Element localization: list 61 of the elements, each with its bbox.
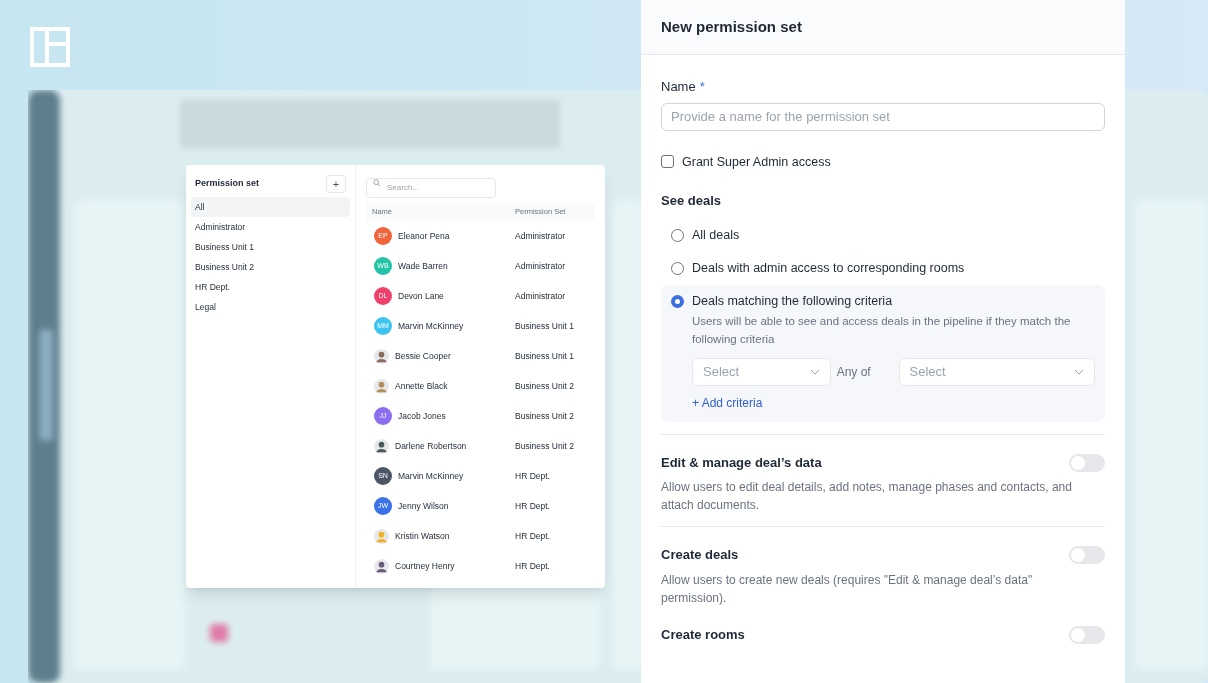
user-name: Courtney Henry [395, 559, 455, 573]
permission-set-cell: Business Unit 2 [515, 409, 575, 423]
user-name: Jenny Wilson [398, 499, 449, 513]
radio-label: All deals [692, 226, 740, 244]
user-name: Wade Barren [398, 259, 448, 273]
search-field[interactable]: Search... [366, 177, 496, 198]
user-name: Annette Black [395, 379, 448, 393]
logo-icon [30, 27, 70, 67]
search-icon [373, 179, 381, 187]
user-name: Devon Lane [398, 289, 444, 303]
permission-set-cell: Business Unit 2 [515, 379, 575, 393]
panel-heading: Permission set [195, 177, 260, 191]
add-button[interactable]: + [326, 175, 346, 193]
permission-set-cell: HR Dept. [515, 499, 550, 513]
panel-title: New permission set [661, 16, 802, 37]
permission-set-cell: Business Unit 2 [515, 439, 575, 453]
permission-title: Create deals [661, 546, 739, 565]
add-criteria-link[interactable]: + Add criteria [692, 393, 1095, 412]
user-name: Jacob Jones [398, 409, 446, 423]
radio-button[interactable] [671, 228, 684, 242]
permission-set-cell: Administrator [515, 289, 566, 303]
section-title: See deals [661, 192, 722, 211]
permission-set-item[interactable]: Business Unit 1 [191, 237, 350, 257]
permission-set-item[interactable]: HR Dept. [191, 277, 350, 297]
permission-set-cell: Administrator [515, 229, 566, 243]
toggle-switch[interactable] [1069, 546, 1105, 564]
operator-label: Any of [836, 363, 872, 381]
permission-title: Edit & manage deal’s data [661, 453, 822, 472]
permission-set-item[interactable]: Business Unit 2 [191, 257, 350, 277]
radio-label: Deals with admin access to corresponding rooms [692, 259, 965, 277]
user-name: Bessie Cooper [395, 349, 451, 363]
radio-label: Deals matching the following criteria [692, 292, 893, 310]
checkbox[interactable] [661, 155, 674, 169]
radio-button[interactable] [671, 261, 684, 275]
permission-set-cell: HR Dept. [515, 559, 550, 573]
permission-set-cell: Business Unit 1 [515, 349, 575, 363]
permission-description: Allow users to edit deal details, add notes, manage phases and contacts, and attach documents. [661, 479, 1073, 515]
permission-title: Create rooms [661, 625, 745, 644]
toggle-switch[interactable] [1069, 453, 1105, 472]
user-name: Darlene Robertson [395, 439, 467, 453]
user-name: Eleanor Pena [398, 229, 450, 243]
name-field[interactable]: Provide a name for the permission set [661, 102, 1105, 131]
permission-description: Allow users to create new deals (requires "Edit & manage deal’s data" permission). [661, 571, 1034, 607]
user-name: Marvin McKinney [398, 319, 464, 333]
permission-set-item[interactable]: All [191, 197, 350, 217]
permission-set-cell: Administrator [515, 259, 566, 273]
user-name: Marvin McKinney [398, 469, 464, 483]
required-mark: * [699, 78, 705, 96]
chevron-down-icon [809, 368, 820, 375]
radio-button[interactable] [671, 294, 684, 308]
user-name: Kristin Watson [395, 529, 450, 543]
permission-set-item[interactable]: Legal [191, 297, 350, 317]
permission-set-cell: Business Unit 1 [515, 319, 575, 333]
checkbox-label: Grant Super Admin access [682, 153, 831, 171]
toggle-switch[interactable] [1069, 625, 1105, 644]
option-description: Users will be able to see and access deals in the pipeline if they match the following criteria [692, 313, 1072, 347]
permission-set-item[interactable]: Administrator [191, 217, 350, 237]
permission-set-cell: HR Dept. [515, 529, 550, 543]
field-label: Name [661, 78, 696, 96]
permission-set-cell: HR Dept. [515, 469, 550, 483]
chevron-down-icon [1074, 368, 1084, 375]
